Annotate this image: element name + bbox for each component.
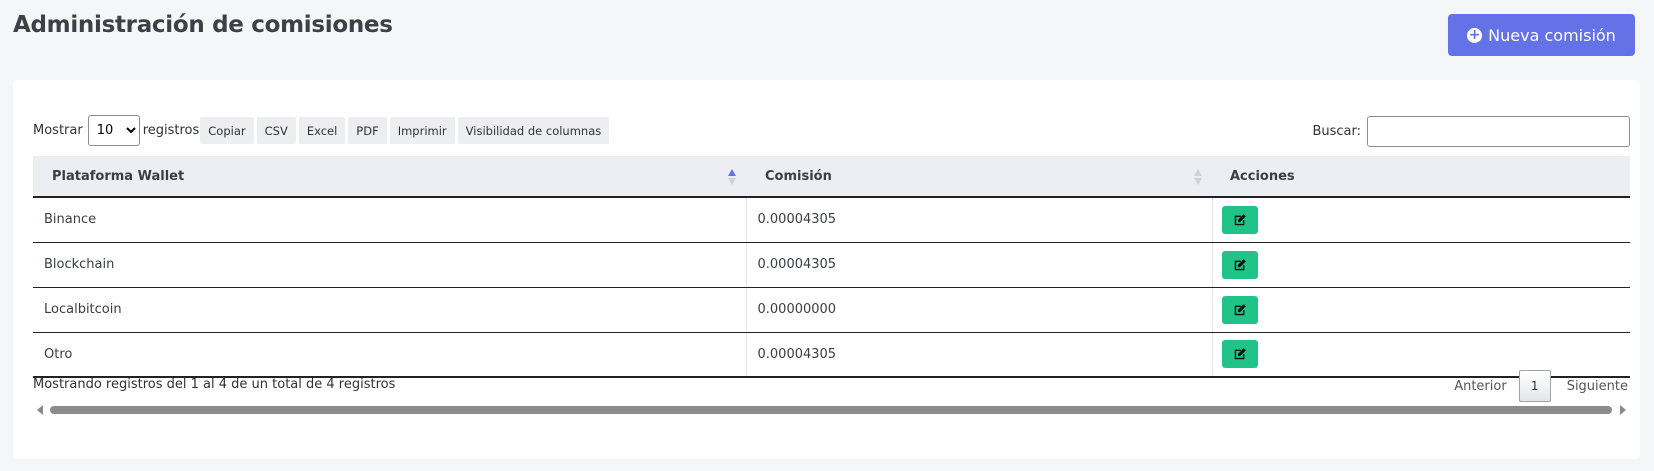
scrollbar-thumb[interactable] bbox=[50, 406, 1612, 414]
platform-cell: Binance bbox=[33, 197, 746, 243]
scroll-left-arrow-icon[interactable] bbox=[37, 405, 43, 415]
new-commission-button[interactable]: + Nueva comisión bbox=[1448, 14, 1635, 56]
column-header-commission[interactable]: Comisión bbox=[746, 156, 1212, 198]
search-box: Buscar: bbox=[1312, 116, 1630, 147]
horizontal-scrollbar[interactable] bbox=[33, 405, 1630, 415]
pagination: Anterior 1 Siguiente bbox=[1454, 370, 1628, 402]
actions-cell bbox=[1211, 287, 1630, 333]
page-title: Administración de comisiones bbox=[13, 12, 393, 38]
platform-cell: Otro bbox=[33, 332, 746, 378]
print-button[interactable]: Imprimir bbox=[389, 117, 455, 144]
commission-cell: 0.00004305 bbox=[745, 242, 1212, 288]
column-visibility-button[interactable]: Visibilidad de columnas bbox=[457, 117, 610, 144]
pdf-button[interactable]: PDF bbox=[348, 117, 387, 144]
next-page-link[interactable]: Siguiente bbox=[1567, 379, 1628, 394]
copy-button[interactable]: Copiar bbox=[200, 117, 254, 144]
platform-cell: Localbitcoin bbox=[33, 287, 746, 333]
commission-cell: 0.00004305 bbox=[745, 332, 1212, 378]
edit-button[interactable] bbox=[1221, 205, 1258, 234]
column-header-commission-label: Comisión bbox=[765, 168, 832, 184]
csv-button[interactable]: CSV bbox=[256, 117, 296, 144]
edit-square-icon bbox=[1234, 348, 1246, 360]
page-1-button[interactable]: 1 bbox=[1518, 370, 1551, 402]
scroll-right-arrow-icon[interactable] bbox=[1620, 405, 1626, 415]
table-info: Mostrando registros del 1 al 4 de un tot… bbox=[33, 377, 396, 392]
sort-ascending-icon bbox=[727, 169, 737, 185]
edit-square-icon bbox=[1234, 258, 1246, 270]
edit-square-icon bbox=[1234, 303, 1246, 315]
table-row: Binance 0.00004305 bbox=[33, 197, 1630, 243]
excel-button[interactable]: Excel bbox=[298, 117, 346, 144]
records-label: registros bbox=[142, 123, 200, 138]
table-row: Blockchain 0.00004305 bbox=[33, 242, 1630, 288]
edit-square-icon bbox=[1234, 213, 1246, 225]
commission-cell: 0.00004305 bbox=[745, 197, 1212, 243]
search-input[interactable] bbox=[1367, 116, 1630, 147]
column-header-platform[interactable]: Plataforma Wallet bbox=[33, 156, 746, 198]
table-row: Localbitcoin 0.00000000 bbox=[33, 287, 1630, 333]
table-toolbar: Mostrar 10 registros Copiar CSV Excel PD… bbox=[33, 115, 610, 146]
commission-cell: 0.00000000 bbox=[745, 287, 1212, 333]
edit-button[interactable] bbox=[1221, 295, 1258, 324]
search-label: Buscar: bbox=[1312, 124, 1361, 139]
show-label: Mostrar bbox=[33, 123, 83, 138]
commissions-table: Plataforma Wallet Comisión Acciones Bina… bbox=[33, 156, 1630, 378]
new-commission-label: Nueva comisión bbox=[1488, 25, 1616, 45]
column-header-platform-label: Plataforma Wallet bbox=[52, 168, 185, 184]
actions-cell bbox=[1211, 242, 1630, 288]
previous-page-link[interactable]: Anterior bbox=[1454, 379, 1506, 394]
actions-cell bbox=[1211, 197, 1630, 243]
platform-cell: Blockchain bbox=[33, 242, 746, 288]
page-length-select[interactable]: 10 bbox=[87, 115, 140, 146]
commissions-card: Mostrar 10 registros Copiar CSV Excel PD… bbox=[13, 80, 1640, 459]
sort-icon bbox=[1193, 169, 1203, 185]
table-row: Otro 0.00004305 bbox=[33, 332, 1630, 378]
edit-button[interactable] bbox=[1221, 340, 1258, 369]
column-header-actions: Acciones bbox=[1212, 156, 1630, 198]
table-header-row: Plataforma Wallet Comisión Acciones bbox=[33, 156, 1630, 198]
column-header-actions-label: Acciones bbox=[1230, 168, 1295, 184]
edit-button[interactable] bbox=[1221, 250, 1258, 279]
plus-circle-icon: + bbox=[1467, 26, 1483, 43]
